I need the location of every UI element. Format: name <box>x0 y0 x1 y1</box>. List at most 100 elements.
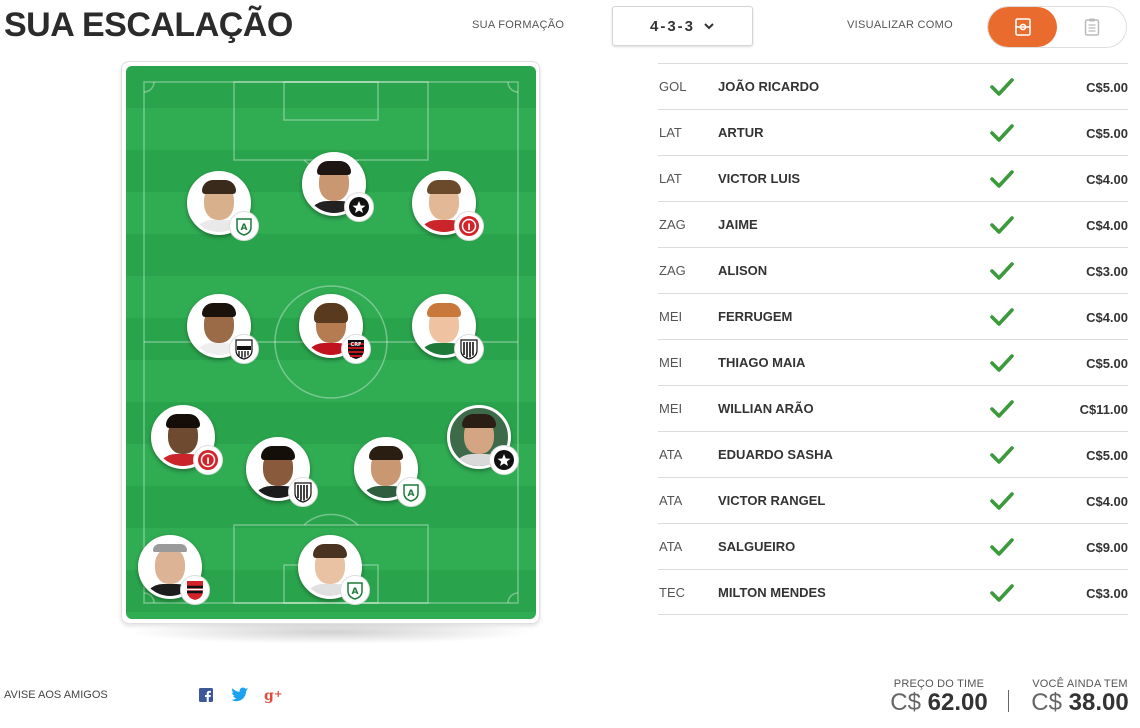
svg-text:A: A <box>352 587 359 597</box>
lineup-row[interactable]: ATA SALGUEIRO C$9.00 <box>658 523 1128 569</box>
page-title: SUA ESCALAÇÃO <box>4 6 293 44</box>
check-icon <box>990 170 1014 188</box>
figueirense-crest-icon <box>288 477 318 507</box>
santa-cruz-crest-icon <box>180 575 210 605</box>
check-icon <box>990 584 1014 602</box>
totals-divider <box>1008 690 1009 712</box>
formation-value: 4-3-3 <box>649 17 696 35</box>
check-icon <box>990 400 1014 418</box>
player-price: C$3.00 <box>1086 586 1128 601</box>
player-name: JOÃO RICARDO <box>718 79 820 94</box>
check-icon <box>990 124 1014 142</box>
player-name: JAIME <box>718 217 758 232</box>
coach-card[interactable] <box>138 535 210 605</box>
svg-text:CRF: CRF <box>351 342 362 348</box>
list-view-button[interactable] <box>1057 7 1126 47</box>
lineup-row[interactable]: MEI FERRUGEM C$4.00 <box>658 293 1128 339</box>
check-icon <box>990 446 1014 464</box>
player-name: SALGUEIRO <box>718 539 796 554</box>
position-label: GOL <box>659 79 687 94</box>
team-price: PREÇO DO TIME C$ 62.00 <box>888 678 990 716</box>
position-label: MEI <box>659 355 683 370</box>
twitter-icon[interactable] <box>230 685 250 705</box>
position-label: ATA <box>659 447 683 462</box>
player-price: C$5.00 <box>1086 356 1128 371</box>
player-card[interactable] <box>412 294 484 364</box>
lineup-row[interactable]: ZAG JAIME C$4.00 <box>658 201 1128 247</box>
remaining-currency: C$ <box>1031 689 1062 716</box>
player-card[interactable]: A <box>354 437 426 507</box>
view-toggle <box>987 6 1127 48</box>
santos-crest-icon <box>229 334 259 364</box>
player-card[interactable] <box>302 152 374 222</box>
lineup-row[interactable]: LAT ARTUR C$5.00 <box>658 109 1128 155</box>
flamengo-crest-icon: CRF <box>341 334 371 364</box>
player-name: THIAGO MAIA <box>718 355 806 370</box>
figueirense-crest-icon <box>454 334 484 364</box>
lineup-row[interactable]: GOL JOÃO RICARDO C$5.00 <box>658 63 1128 109</box>
player-price: C$4.00 <box>1086 172 1128 187</box>
position-label: MEI <box>659 401 683 416</box>
player-name: VICTOR RANGEL <box>718 493 826 508</box>
svg-text:+: + <box>274 689 282 700</box>
formation-select[interactable]: 4-3-3 <box>612 6 753 46</box>
position-label: LAT <box>659 171 682 186</box>
check-icon <box>990 354 1014 372</box>
facebook-icon[interactable] <box>196 685 216 705</box>
player-price: C$4.00 <box>1086 218 1128 233</box>
lineup-row[interactable]: LAT VICTOR LUIS C$4.00 <box>658 155 1128 201</box>
botafogo-crest-icon <box>344 192 374 222</box>
lineup-row[interactable]: ZAG ALISON C$3.00 <box>658 247 1128 293</box>
player-price: C$4.00 <box>1086 310 1128 325</box>
player-card[interactable] <box>447 405 519 475</box>
position-label: ZAG <box>659 217 686 232</box>
check-icon <box>990 262 1014 280</box>
check-icon <box>990 538 1014 556</box>
svg-text:g: g <box>264 688 274 703</box>
goalkeeper-card[interactable]: A <box>298 535 370 605</box>
lineup-row[interactable]: ATA VICTOR RANGEL C$4.00 <box>658 477 1128 523</box>
internacional-crest-icon: I <box>193 445 223 475</box>
botafogo-crest-icon <box>489 445 519 475</box>
position-label: LAT <box>659 125 682 140</box>
player-card[interactable]: I <box>151 405 223 475</box>
player-card[interactable] <box>246 437 318 507</box>
position-label: ATA <box>659 539 683 554</box>
player-price: C$3.00 <box>1086 264 1128 279</box>
remaining-budget: VOCÊ AINDA TEM C$ 38.00 <box>1028 678 1132 716</box>
field-view-button[interactable] <box>988 7 1057 47</box>
remaining-value: 38.00 <box>1068 689 1129 716</box>
position-label: MEI <box>659 309 683 324</box>
america-mg-crest-icon: A <box>340 575 370 605</box>
chevron-down-icon <box>704 23 714 30</box>
player-card[interactable] <box>187 294 259 364</box>
check-icon <box>990 78 1014 96</box>
player-name: ARTUR <box>718 125 764 140</box>
lineup-row[interactable]: MEI WILLIAN ARÃO C$11.00 <box>658 385 1128 431</box>
lineup-row[interactable]: ATA EDUARDO SASHA C$5.00 <box>658 431 1128 477</box>
player-card[interactable]: CRF <box>299 294 371 364</box>
svg-text:I: I <box>206 457 209 467</box>
svg-text:I: I <box>467 223 470 233</box>
internacional-crest-icon: I <box>454 211 484 241</box>
player-name: MILTON MENDES <box>718 584 826 600</box>
check-icon <box>990 308 1014 326</box>
player-name: FERRUGEM <box>718 309 793 324</box>
google-plus-icon[interactable]: g + <box>264 685 284 705</box>
position-label: ATA <box>659 493 683 508</box>
lineup-row[interactable]: MEI THIAGO MAIA C$5.00 <box>658 339 1128 385</box>
view-as-label: VISUALIZAR COMO <box>847 19 953 31</box>
player-card[interactable]: A <box>187 171 259 241</box>
position-label: TEC <box>659 584 685 600</box>
player-price: C$5.00 <box>1086 80 1128 95</box>
player-price: C$9.00 <box>1086 540 1128 555</box>
player-name: VICTOR LUIS <box>718 171 801 186</box>
formation-label: SUA FORMAÇÃO <box>472 19 565 31</box>
share-label: AVISE AOS AMIGOS <box>4 689 108 701</box>
lineup-row[interactable]: TEC MILTON MENDES C$3.00 <box>658 569 1128 615</box>
lineup-list: GOL JOÃO RICARDO C$5.00 LAT ARTUR C$5.00 LAT VI… <box>658 63 1128 615</box>
player-card[interactable]: I <box>412 171 484 241</box>
position-label: ZAG <box>659 263 686 278</box>
svg-text:A: A <box>408 489 415 499</box>
player-price: C$11.00 <box>1079 402 1128 417</box>
